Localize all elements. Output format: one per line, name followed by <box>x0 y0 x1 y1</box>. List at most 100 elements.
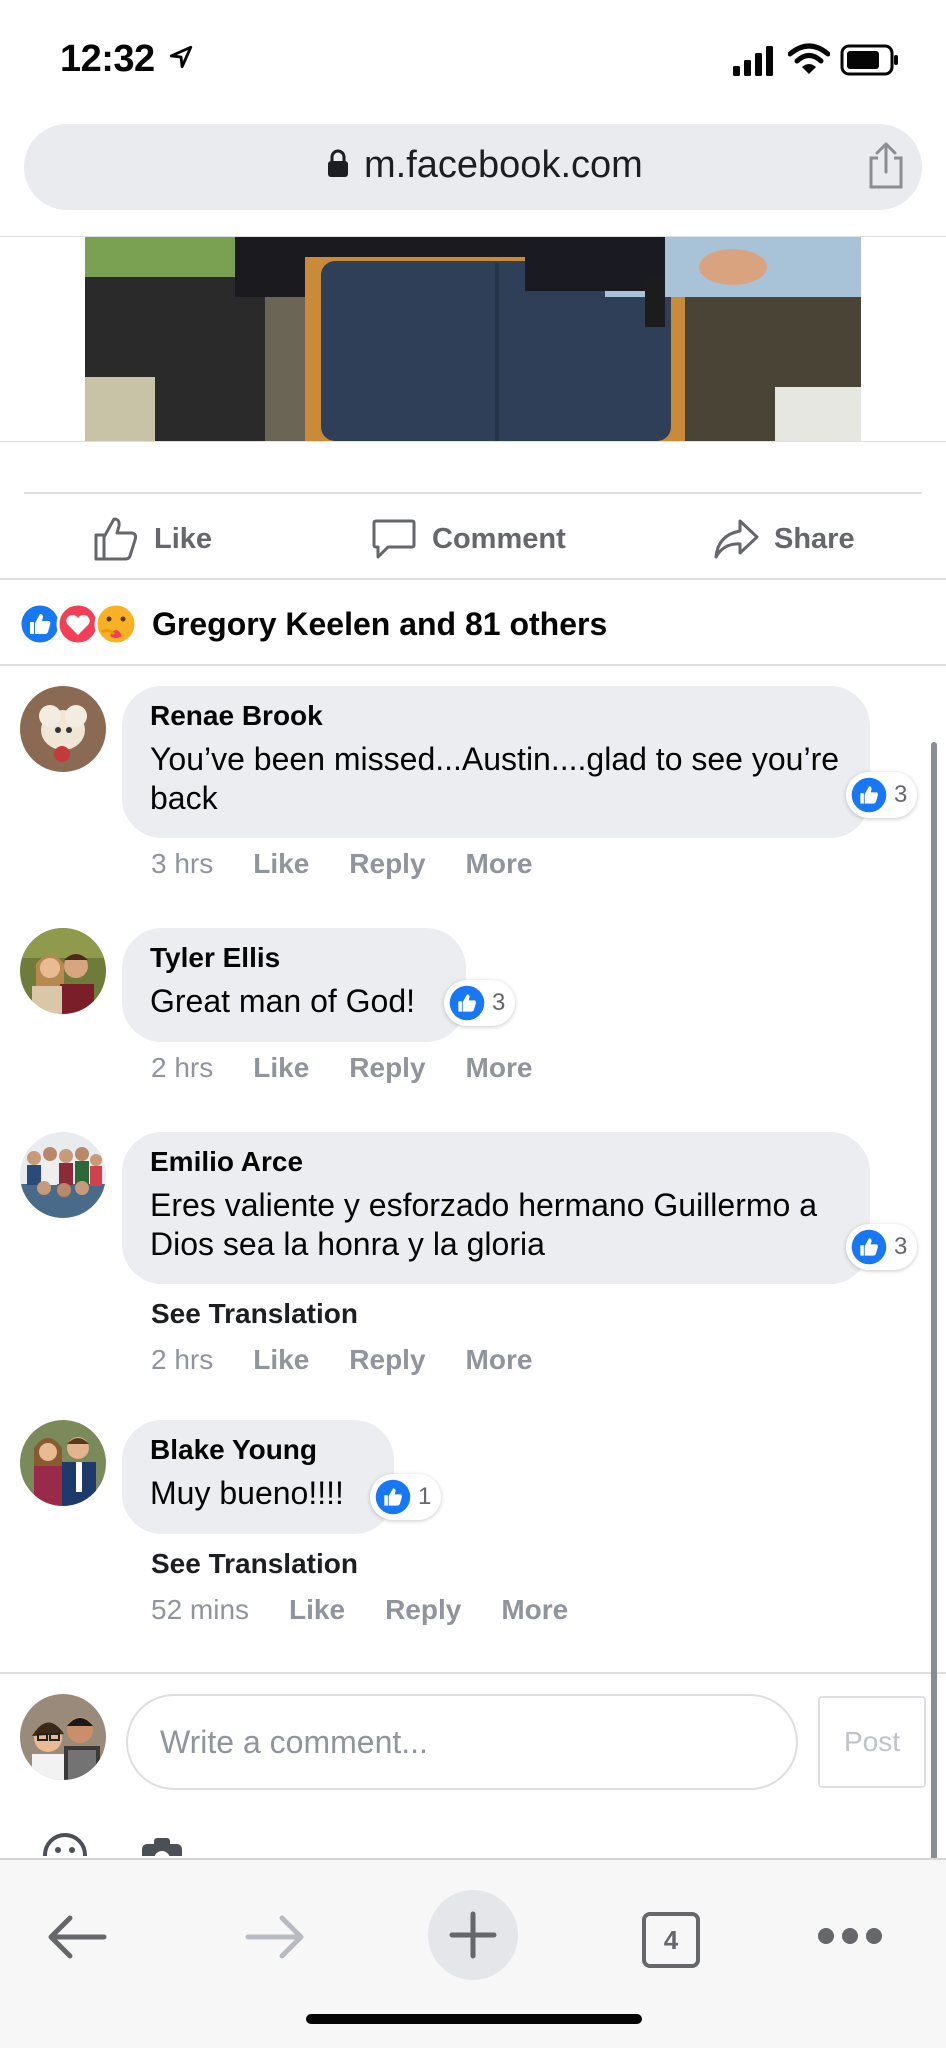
scrollbar[interactable] <box>931 742 937 1860</box>
avatar-image <box>20 1420 106 1506</box>
like-reaction-icon <box>375 1479 411 1515</box>
avatar[interactable] <box>20 928 106 1014</box>
divider <box>0 578 946 580</box>
comment-button[interactable]: Comment <box>370 514 566 564</box>
back-arrow-icon[interactable] <box>46 1912 108 1962</box>
comment-reaction-count[interactable]: 1 <box>370 1474 442 1520</box>
like-reaction-icon <box>851 777 887 813</box>
lock-icon <box>328 149 348 177</box>
like-reaction-icon <box>449 985 485 1021</box>
comment-reply-link[interactable]: Reply <box>349 1052 425 1084</box>
status-time: 12:32 <box>60 38 155 80</box>
comment-time[interactable]: 52 mins <box>151 1594 249 1626</box>
comment-reply-link[interactable]: Reply <box>385 1594 461 1626</box>
commenter-name[interactable]: Blake Young <box>150 1434 364 1466</box>
post-photo[interactable] <box>85 237 861 441</box>
comment-reaction-count[interactable]: 3 <box>444 980 516 1026</box>
comment-like-link[interactable]: Like <box>253 848 309 880</box>
comment-text: Great man of God! <box>150 983 416 1019</box>
comment-more-link[interactable]: More <box>466 1344 533 1376</box>
commenter-name[interactable]: Renae Brook <box>150 700 840 732</box>
comment-reply-link[interactable]: Reply <box>349 1344 425 1376</box>
divider <box>0 664 946 666</box>
new-tab-button[interactable] <box>428 1890 518 1980</box>
plus-icon <box>449 1911 497 1959</box>
home-indicator[interactable] <box>306 2014 642 2024</box>
comment-like-link[interactable]: Like <box>289 1594 345 1626</box>
post-photo-illustration <box>85 237 861 441</box>
comment-meta: 52 mins Like Reply More <box>151 1594 608 1626</box>
comment-reply-link[interactable]: Reply <box>349 848 425 880</box>
comment-time[interactable]: 3 hrs <box>151 848 213 880</box>
comment-reaction-count[interactable]: 3 <box>846 1224 918 1270</box>
avatar-image <box>20 1694 106 1780</box>
share-button[interactable]: Share <box>712 514 855 564</box>
forward-arrow-icon[interactable] <box>244 1912 306 1962</box>
tab-count: 4 <box>663 1924 679 1955</box>
smiley-icon <box>43 1833 87 1856</box>
thumbs-up-icon <box>94 517 138 561</box>
comment-label: Comment <box>432 522 566 555</box>
commenter-name[interactable]: Tyler Ellis <box>150 942 436 974</box>
reactions-summary-text: Gregory Keelen and 81 others <box>152 605 608 642</box>
avatar[interactable] <box>20 686 106 772</box>
share-icon[interactable] <box>866 142 906 190</box>
comment-bubble[interactable]: Renae Brook You’ve been missed...Austin.… <box>122 686 870 838</box>
comment-more-link[interactable]: More <box>501 1594 568 1626</box>
share-label: Share <box>774 522 855 555</box>
reaction-count: 3 <box>894 1233 908 1260</box>
comment-like-link[interactable]: Like <box>253 1052 309 1084</box>
comment-text: Muy bueno!!!! <box>150 1475 344 1511</box>
post-button[interactable]: Post <box>818 1696 926 1788</box>
reaction-count: 1 <box>418 1483 432 1510</box>
comment-bubble[interactable]: Tyler Ellis Great man of God! <box>122 928 466 1042</box>
comment-more-link[interactable]: More <box>466 1052 533 1084</box>
tabs-button[interactable]: 4 <box>642 1912 700 1968</box>
comment-meta: 3 hrs Like Reply More <box>151 848 572 880</box>
avatar-image <box>20 1132 106 1218</box>
more-dots-icon[interactable] <box>816 1926 884 1946</box>
reaction-icons <box>18 602 142 646</box>
comment-time[interactable]: 2 hrs <box>151 1344 213 1376</box>
divider <box>0 1672 946 1674</box>
location-arrow-icon <box>169 45 193 69</box>
comment-input-placeholder: Write a comment... <box>160 1723 428 1760</box>
address-bar[interactable]: m.facebook.com <box>24 124 922 210</box>
comment-reaction-count[interactable]: 3 <box>846 772 918 818</box>
comment-bubble[interactable]: Emilio Arce Eres valiente y esforzado he… <box>122 1132 870 1284</box>
avatar-image <box>20 928 106 1014</box>
like-button[interactable]: Like <box>92 514 212 564</box>
avatar-image <box>20 686 106 772</box>
see-translation-link[interactable]: See Translation <box>151 1298 358 1330</box>
comment-like-link[interactable]: Like <box>253 1344 309 1376</box>
camera-icon[interactable] <box>140 1834 184 1856</box>
comment-time[interactable]: 2 hrs <box>151 1052 213 1084</box>
like-label: Like <box>154 522 213 555</box>
status-bar: 12:32 <box>0 0 946 120</box>
comment-bubble[interactable]: Blake Young Muy bueno!!!! <box>122 1420 394 1534</box>
commenter-name[interactable]: Emilio Arce <box>150 1146 840 1178</box>
like-reaction-icon <box>851 1229 887 1265</box>
avatar[interactable] <box>20 1132 106 1218</box>
comment-text: Eres valiente y esforzado hermano Guille… <box>150 1187 817 1262</box>
emoji-icon[interactable] <box>42 1832 88 1856</box>
battery-icon <box>840 44 898 76</box>
comment-meta: 2 hrs Like Reply More <box>151 1344 572 1376</box>
comment-input[interactable]: Write a comment... <box>126 1694 798 1790</box>
cellular-signal-icon <box>733 46 773 76</box>
reaction-count: 3 <box>894 781 908 808</box>
comment-meta: 2 hrs Like Reply More <box>151 1052 572 1084</box>
share-arrow-icon <box>714 519 759 559</box>
comment-more-link[interactable]: More <box>466 848 533 880</box>
avatar[interactable] <box>20 1420 106 1506</box>
reactions-summary[interactable]: Gregory Keelen and 81 others <box>18 596 607 652</box>
post-button-label: Post <box>843 1726 901 1757</box>
see-translation-link[interactable]: See Translation <box>151 1548 358 1580</box>
wifi-icon <box>788 43 830 74</box>
reaction-count: 3 <box>492 989 506 1016</box>
comment-bubble-icon <box>372 519 416 559</box>
camera-glyph <box>142 1838 182 1856</box>
current-user-avatar[interactable] <box>20 1694 106 1780</box>
care-reaction-icon <box>94 602 138 646</box>
post-action-bar: Like Comment Share <box>0 494 946 578</box>
